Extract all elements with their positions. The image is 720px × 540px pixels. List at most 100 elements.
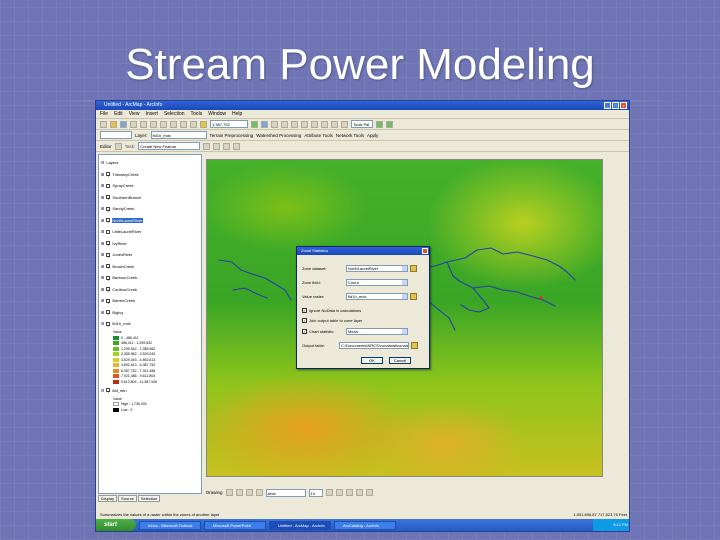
toc-layer-dem[interactable]: ⊟ ✓ flat_mtn: [101, 385, 199, 397]
maximize-button[interactable]: □: [612, 102, 619, 109]
tab-selection[interactable]: Selection: [137, 495, 161, 502]
toc-layer[interactable]: ⊟ ✓ fld1h_mdx: [101, 318, 199, 330]
cancel-button[interactable]: Cancel: [389, 357, 411, 364]
identify-icon[interactable]: [311, 120, 318, 128]
underline-icon[interactable]: [345, 489, 353, 496]
menu-edit[interactable]: Edit: [114, 110, 123, 118]
zoom-out-icon[interactable]: [281, 120, 288, 128]
table-of-contents[interactable]: ⊟ Layers ⊞ ✓ TributaryCreek ⊞ SprayCreek ⊞ ✓ S…: [98, 154, 202, 494]
full-extent-icon[interactable]: [301, 120, 308, 128]
rotate-tool-icon[interactable]: [223, 142, 231, 150]
chart-statistic-checkbox[interactable]: ✓: [302, 328, 307, 334]
bold-icon[interactable]: [325, 489, 333, 496]
toc-layer[interactable]: ⊞ LittleLaurelRiver: [101, 226, 199, 238]
target-icon[interactable]: [203, 142, 211, 150]
font-select[interactable]: Arial: [265, 488, 306, 497]
dialog-close-icon[interactable]: [422, 248, 428, 254]
toc-layer[interactable]: ⊞ ✓ IvyRiver: [101, 238, 199, 250]
toc-layer[interactable]: ⊞ ✓ BrownCreek: [101, 261, 199, 273]
pan-icon[interactable]: [291, 120, 298, 128]
arctoolbox-icon[interactable]: [261, 120, 268, 128]
rotate-icon[interactable]: [235, 489, 243, 496]
fill-color-icon[interactable]: [365, 489, 373, 496]
browse-folder-icon[interactable]: [410, 292, 417, 300]
toc-layer[interactable]: ⊞ SprayCreek: [101, 180, 199, 192]
value-raster-select[interactable]: fld1h_mdx: [346, 292, 408, 300]
drawing-menu[interactable]: Drawing: [206, 490, 223, 495]
copy-icon[interactable]: [150, 120, 157, 128]
browse-folder-icon[interactable]: [411, 341, 418, 349]
editor-toolbar-icon[interactable]: [251, 120, 258, 128]
watershed-processing-menu[interactable]: Watershed Processing: [256, 133, 301, 138]
toc-layer[interactable]: ⊞ ✓ NorthLaurelRiver: [101, 215, 199, 227]
font-color-icon[interactable]: [355, 489, 363, 496]
tab-display[interactable]: Display: [98, 495, 118, 502]
cut-icon[interactable]: [140, 120, 147, 128]
window-titlebar[interactable]: Untitled - ArcMap - ArcInfo _ □ ×: [96, 101, 629, 110]
toc-layer[interactable]: ⊞ ✓ BigIvy: [101, 307, 199, 319]
toc-layer[interactable]: ⊞ ✓ SandyCreek: [101, 203, 199, 215]
attributes-icon[interactable]: [233, 142, 241, 150]
menu-file[interactable]: File: [100, 110, 108, 118]
taskbar-item-arcmap[interactable]: Untitled - ArcMap - ArcInfo: [269, 520, 331, 530]
toc-layer[interactable]: ⊞ ✓ BarrenCreek: [101, 295, 199, 307]
toc-layer[interactable]: ⊞ ✓ SouthernBranch: [101, 192, 199, 204]
menu-window[interactable]: Window: [208, 110, 226, 118]
menu-tools[interactable]: Tools: [191, 110, 203, 118]
toc-layers-root[interactable]: ⊟ Layers: [101, 157, 199, 169]
attribute-tools-menu[interactable]: Attribute Tools: [304, 133, 332, 138]
new-icon[interactable]: [100, 120, 107, 128]
toc-layer[interactable]: ⊞ ✓ BarbourCreek: [101, 272, 199, 284]
menu-insert[interactable]: Insert: [145, 110, 158, 118]
taskbar-item-powerpoint[interactable]: Microsoft PowerPoint: [204, 520, 266, 530]
toc-layer[interactable]: ⊞ ✓ CaribouCreek: [101, 284, 199, 296]
add-data-icon[interactable]: [200, 120, 207, 128]
text-icon[interactable]: [255, 489, 263, 496]
open-icon[interactable]: [110, 120, 117, 128]
redo-icon[interactable]: [190, 120, 197, 128]
split-tool-icon[interactable]: [213, 142, 221, 150]
measure-icon[interactable]: [331, 120, 338, 128]
editor-menu[interactable]: Editor: [100, 144, 112, 149]
dialog-titlebar[interactable]: Zonal Statistics: [297, 247, 429, 255]
rectangle-icon[interactable]: [245, 489, 253, 496]
zone-field-select[interactable]: Count: [346, 278, 408, 286]
close-button[interactable]: ×: [620, 102, 627, 109]
layout-icon[interactable]: [376, 120, 383, 128]
task-select[interactable]: Create New Feature: [138, 142, 201, 150]
zone-dataset-select[interactable]: NorthLaurelRiver: [346, 264, 408, 272]
chart-statistic-select[interactable]: Mean: [346, 327, 408, 335]
paste-icon[interactable]: [160, 120, 167, 128]
layer-select[interactable]: fld1h_mdx: [150, 131, 207, 139]
print-icon[interactable]: [130, 120, 137, 128]
output-table-input[interactable]: C:\Documents\NRCS\zonalstat\zonalst.dbf: [339, 341, 409, 349]
tab-source[interactable]: Source: [118, 495, 137, 502]
font-size-select[interactable]: 10: [308, 488, 323, 497]
toc-layer[interactable]: ⊞ ✓ TributaryCreek: [101, 169, 199, 181]
scale-field[interactable]: 1:387,752: [210, 120, 248, 128]
start-button[interactable]: start: [96, 519, 136, 531]
hyperlink-icon[interactable]: [341, 120, 348, 128]
ok-button[interactable]: OK: [361, 357, 383, 364]
taskbar-item-outlook[interactable]: Inbox - Microsoft Outlook: [139, 520, 201, 530]
delete-icon[interactable]: [170, 120, 177, 128]
terrain-preprocessing-menu[interactable]: Terrain Preprocessing: [210, 133, 254, 138]
menu-selection[interactable]: Selection: [164, 110, 185, 118]
network-tools-menu[interactable]: Network Tools: [336, 133, 364, 138]
sketch-tool-icon[interactable]: [114, 142, 122, 150]
zoom-in-icon[interactable]: [271, 120, 278, 128]
find-icon[interactable]: [321, 120, 328, 128]
browse-folder-icon[interactable]: [410, 264, 417, 272]
taskbar-item-arccatalog[interactable]: ArcCatalog - ArcInfo: [334, 520, 396, 530]
save-icon[interactable]: [120, 120, 127, 128]
menu-view[interactable]: View: [129, 110, 140, 118]
select-elements-icon[interactable]: [225, 489, 233, 496]
italic-icon[interactable]: [335, 489, 343, 496]
apply-menu[interactable]: Apply: [367, 133, 378, 138]
undo-icon[interactable]: [180, 120, 187, 128]
spatial-analyst-field[interactable]: [100, 131, 132, 139]
ignore-nodata-checkbox[interactable]: ✓: [302, 307, 307, 313]
menu-help[interactable]: Help: [232, 110, 242, 118]
join-output-checkbox[interactable]: ✓: [302, 317, 307, 323]
minimize-button[interactable]: _: [604, 102, 611, 109]
